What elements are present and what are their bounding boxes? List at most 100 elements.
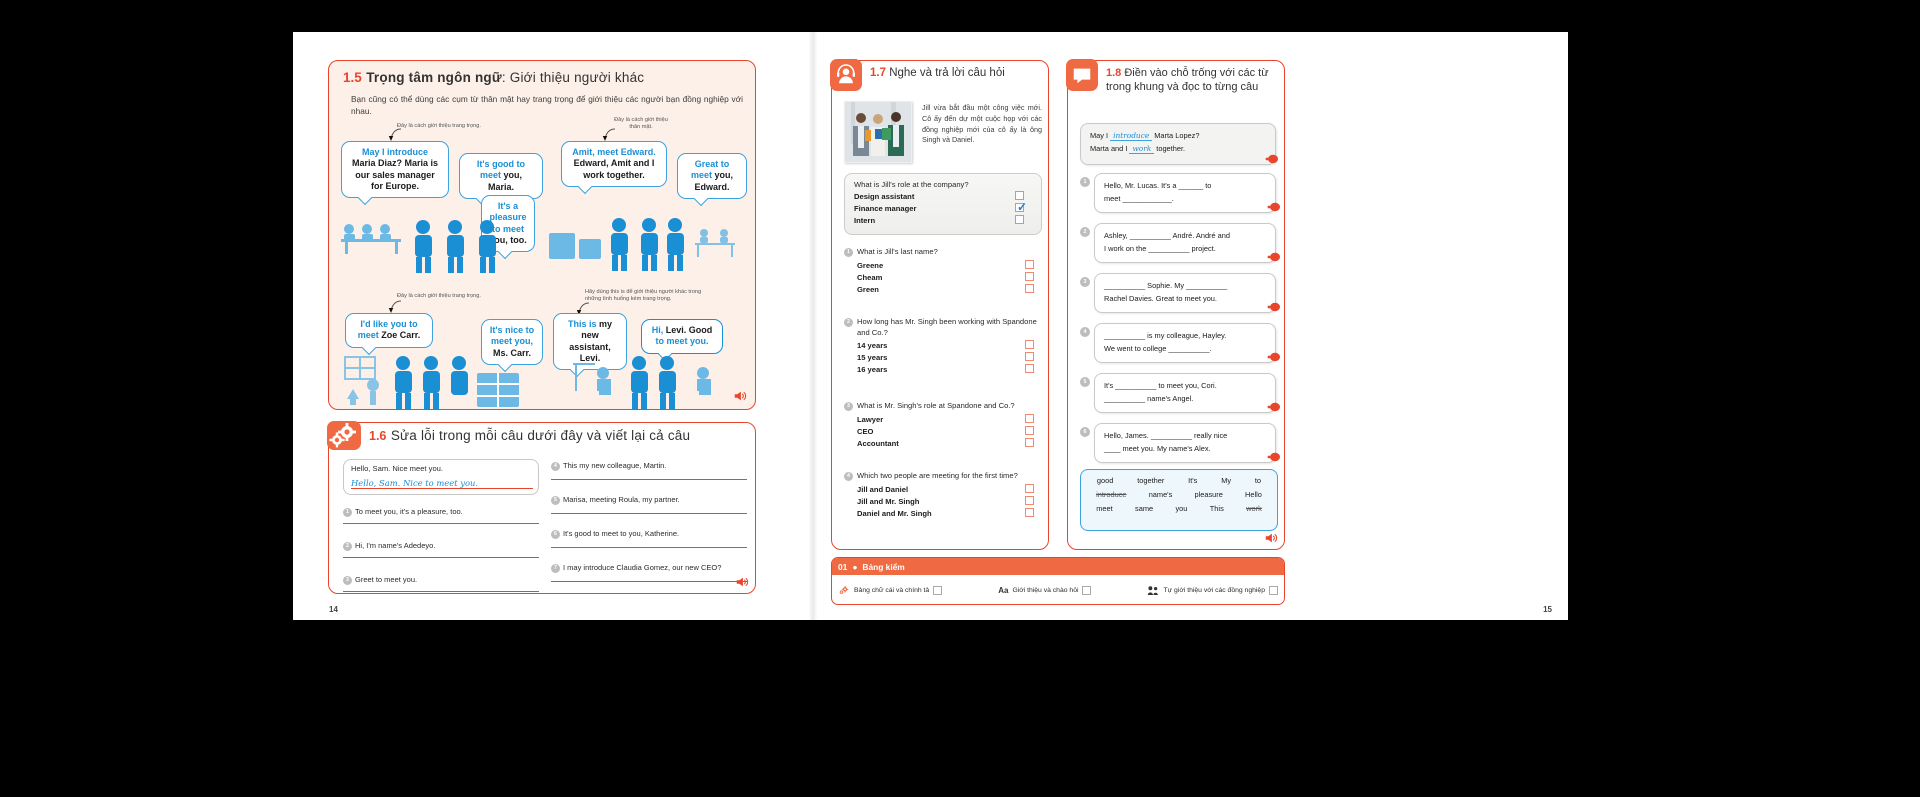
q1-checkbox-1[interactable] [1025,271,1034,281]
q3-checkbox-1[interactable] [1025,425,1034,435]
word-work[interactable]: work [1246,504,1262,513]
checklist-checkbox-3[interactable] [1268,586,1278,595]
word-together[interactable]: together [1137,476,1164,485]
word-pleasure[interactable]: pleasure [1194,490,1222,499]
fill-item-4-card[interactable]: __________ is my colleague, Hayley. We w… [1094,323,1276,363]
q4-option-2: Daniel and Mr. Singh [857,507,1042,518]
word-good[interactable]: good [1097,476,1113,485]
q1-option-1: Cheam [857,271,1042,282]
checklist-checkbox-2[interactable] [1082,586,1092,595]
q2-option-2: 16 years [857,364,1042,374]
word-names[interactable]: name's [1149,490,1173,499]
fill-item-1-card[interactable]: Hello, Mr. Lucas. It's a ______ to meet … [1094,173,1276,213]
word-my[interactable]: My [1221,476,1231,485]
q4-option-1-label: Jill and Mr. Singh [857,496,920,506]
speech-bubble-icon [1073,68,1091,84]
answer-rule-3[interactable] [343,591,539,592]
right-page: 1.7 Nghe và trả lời câu hỏi Jill vừa bắt… [817,32,1568,620]
item-2-number: 2 [343,542,352,551]
question-block-1: 1 What is Jill's last name? Greene Cheam … [844,247,1042,294]
section-1-8-heading: 1.8 Điền vào chỗ trống với các từ trong … [1106,66,1278,95]
mouth-speak-icon-3 [1267,302,1280,312]
answer-rule-1[interactable] [343,523,539,524]
word-hello[interactable]: Hello [1245,490,1262,499]
section-1-5-title-rest: : Giới thiệu người khác [501,70,645,85]
answer-rule-7[interactable] [551,581,747,582]
example-checkbox-0[interactable] [1015,191,1024,200]
checklist-title: Bảng kiểm [862,561,905,572]
section-1-8-number: 1.8 [1106,67,1122,79]
word-this[interactable]: This [1210,504,1224,513]
word-same[interactable]: same [1135,504,1153,513]
note-informal: Đây là cách giới thiệu thân mật. [614,117,668,130]
q3-checkbox-2[interactable] [1025,437,1034,447]
q2-checkbox-0[interactable] [1025,340,1034,350]
sample-answer: Hello, Sam. Nice to meet you. [351,478,533,489]
fill-item-6-line1: Hello, James. __________ really nice [1104,431,1228,440]
q1-checkbox-2[interactable] [1025,283,1034,293]
question-1-number: 1 [844,248,853,257]
fill-item-5-number: 5 [1080,377,1090,387]
question-3-number: 3 [844,402,853,411]
q4-checkbox-1[interactable] [1025,495,1034,505]
word-bank-row-1: good together It's My to [1085,476,1273,485]
checklist-checkbox-1[interactable] [933,586,943,595]
q3-checkbox-0[interactable] [1025,413,1034,423]
word-you[interactable]: you [1175,504,1187,513]
question-block-2: 2 How long has Mr. Singh been working wit… [844,317,1042,374]
section-1-8-icon-tab [1066,59,1098,91]
example-question: What is Jill's role at the company? [854,180,969,189]
section-1-7-heading: 1.7 Nghe và trả lời câu hỏi [870,66,1042,81]
item-5-text: Marisa, meeting Roula, my partner. [563,495,680,504]
section-1-5-panel: 1.5 Trọng tâm ngôn ngữ: Giới thiệu người… [328,60,756,410]
item-6-number: 6 [551,530,560,539]
q2-option-1-label: 15 years [857,353,888,363]
fill-item-6-card[interactable]: Hello, James. __________ really nice ___… [1094,423,1276,463]
bubble-1-black: Maria Diaz? Maria is our sales manager f… [351,158,439,191]
example-option-2: Intern [854,215,1032,225]
answer-rule-6[interactable] [551,547,747,548]
checklist-bullet-icon: ● [852,561,858,572]
fill-item-2-card[interactable]: Ashley, __________ André. André and I wo… [1094,223,1276,263]
fill-item-2-line1: Ashley, __________ André. André and [1104,231,1231,240]
left-page-number: 14 [329,605,338,614]
question-1-text: What is Jill's last name? [857,247,938,256]
question-4-number: 4 [844,472,853,481]
word-to[interactable]: to [1255,476,1261,485]
example-line1-pre: May I [1090,131,1111,140]
section-1-5-heading: 1.5 Trọng tâm ngôn ngữ: Giới thiệu người… [343,69,644,87]
question-1-head: 1 What is Jill's last name? [844,247,1042,258]
fill-item-5-card[interactable]: It's __________ to meet you, Cori. _____… [1094,373,1276,413]
checklist-panel: 01 ● Bảng kiểm Bảng chữ cái và chính tả … [831,557,1285,605]
q1-checkbox-0[interactable] [1025,259,1034,269]
audio-speaker-icon-3[interactable] [1264,531,1278,545]
exercise-item-2: 2 Hi, I'm name's Adedeyo. [343,541,539,551]
word-introduce[interactable]: introduce [1096,490,1126,499]
q2-checkbox-1[interactable] [1025,352,1034,362]
q2-checkbox-2[interactable] [1025,364,1034,374]
q4-checkbox-2[interactable] [1025,507,1034,517]
exercise-item-1: 1 To meet you, it's a pleasure, too. [343,507,539,517]
item-4-text: This my new colleague, Martin. [563,461,667,470]
q4-checkbox-0[interactable] [1025,483,1034,493]
fill-item-3-card[interactable]: __________ Sophie. My __________ Rachel … [1094,273,1276,313]
fill-item-6-number: 6 [1080,427,1090,437]
word-meet[interactable]: meet [1096,504,1112,513]
item-1-number: 1 [343,508,352,517]
answer-rule-2[interactable] [343,557,539,558]
checklist-item-1-label: Bảng chữ cái và chính tả [854,587,930,594]
speech-bubble-6: I'd like you to meet Zoe Carr. [345,313,433,348]
example-checkbox-2[interactable] [1015,215,1024,224]
people-icon [1148,586,1159,595]
section-1-5-number: 1.5 [343,70,362,85]
answer-rule-5[interactable] [551,513,747,514]
bubble-6-black: Zoe Carr. [378,330,421,341]
word-its[interactable]: It's [1188,476,1197,485]
example-option-0-label: Design assistant [854,192,915,201]
audio-speaker-icon-2[interactable] [735,575,749,589]
answer-rule-4[interactable] [551,479,747,480]
note-formal-2: Đây là cách giới thiệu trang trọng. [397,293,481,299]
audio-speaker-icon[interactable] [733,389,747,403]
item-4-number: 4 [551,462,560,471]
q2-option-0: 14 years [857,340,1042,350]
